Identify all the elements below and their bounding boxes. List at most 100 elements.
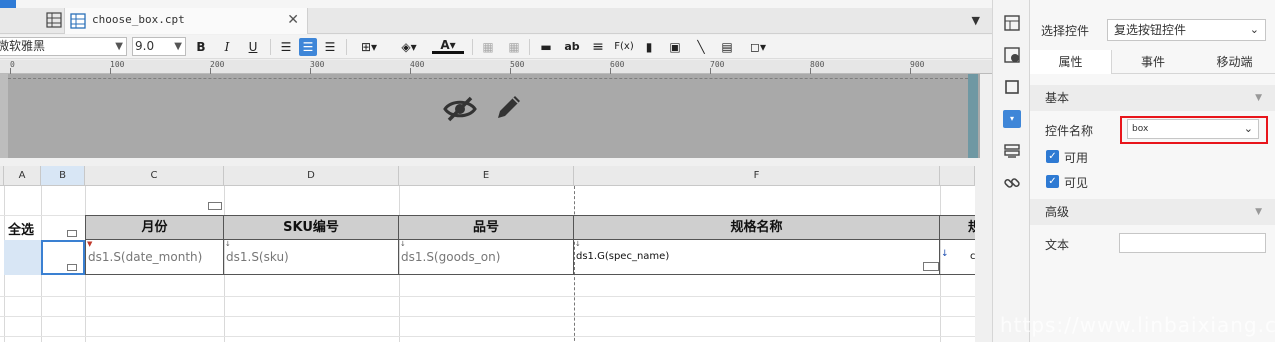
ruler-label: 600 <box>610 60 625 69</box>
ruler-label: 900 <box>910 60 925 69</box>
font-family-select[interactable]: 微软雅黑 ▼ <box>0 37 127 56</box>
subreport-icon[interactable]: ▤ <box>718 38 736 56</box>
header-spec-extra[interactable]: 规 <box>940 215 975 240</box>
widget-marker <box>208 202 222 210</box>
expand-down-icon: ↓ <box>225 240 231 248</box>
eye-slash-icon[interactable] <box>443 95 477 123</box>
checkbox-widget-icon <box>67 230 77 237</box>
cell-goods-on[interactable]: ↓ ds1.S(goods_on) <box>399 240 574 275</box>
align-left-icon[interactable]: ☰ <box>277 38 295 56</box>
insert-row-icon[interactable]: ▬ <box>537 38 555 56</box>
header-sku[interactable]: SKU编号 <box>224 215 399 240</box>
top-strip <box>0 0 992 8</box>
align-center-icon[interactable]: ☰ <box>299 38 317 56</box>
column-header-c[interactable]: C <box>85 166 224 186</box>
report-grid[interactable]: A B C D E F 全选 月份 SKU编号 品号 规格名称 规 ▼ ds1.… <box>0 166 975 342</box>
ruler-label: 400 <box>410 60 425 69</box>
annotation-highlight <box>1120 116 1268 144</box>
cell-formula: ds1.S(sku) <box>226 250 289 264</box>
tab-title: choose_box.cpt <box>92 13 185 26</box>
selected-cell-b2[interactable] <box>41 240 85 275</box>
grid-icon[interactable] <box>46 12 62 28</box>
ruler-label: 200 <box>210 60 225 69</box>
toolbar-divider <box>270 39 271 55</box>
report-designer: choose_box.cpt ✕ ▼ 微软雅黑 ▼ 9.0 ▼ B I U ☰ … <box>0 0 992 342</box>
band-resize-handle[interactable] <box>968 74 978 158</box>
widget-settings-icon[interactable]: ▾ <box>1003 110 1021 128</box>
text-label: 文本 <box>1045 238 1070 252</box>
header-month[interactable]: 月份 <box>85 215 224 240</box>
align-right-icon[interactable]: ☰ <box>321 38 339 56</box>
band-guide <box>8 78 968 80</box>
column-header-f[interactable]: F <box>574 166 940 186</box>
expand-down-icon: ↓ <box>941 249 949 259</box>
watermark-text: https://www.linbaixiang.com <box>1000 313 1275 337</box>
widget-marker <box>923 262 939 271</box>
frame-icon[interactable] <box>1003 78 1021 96</box>
tab-events[interactable]: 事件 <box>1112 50 1194 74</box>
bold-button[interactable]: B <box>192 38 210 56</box>
tab-menu-icon[interactable]: ▼ <box>972 14 980 27</box>
cell-date-month[interactable]: ▼ ds1.S(date_month) <box>85 240 224 275</box>
collapse-icon: ▼ <box>1255 93 1262 103</box>
section-basic-label: 基本 <box>1045 91 1070 105</box>
header-spec-name[interactable]: 规格名称 <box>574 215 940 240</box>
cell-extra[interactable]: ↓ c <box>940 240 975 275</box>
column-header-d[interactable]: D <box>224 166 399 186</box>
column-header-a[interactable]: A <box>4 166 41 186</box>
widget-icon[interactable]: ◻▾ <box>744 38 772 56</box>
image-icon[interactable]: ▣ <box>666 38 684 56</box>
italic-button[interactable]: I <box>218 38 236 56</box>
column-header-g[interactable] <box>940 166 975 186</box>
fill-color-icon[interactable]: ◈▾ <box>394 38 424 56</box>
font-size-value: 9.0 <box>135 39 155 53</box>
pencil-icon[interactable] <box>494 92 524 122</box>
tab-mobile[interactable]: 移动端 <box>1194 50 1275 74</box>
slash-icon[interactable]: ╲ <box>692 38 710 56</box>
cell-formula: ds1.S(date_month) <box>88 250 203 264</box>
side-icon-strip: ▾ <box>992 0 1030 342</box>
split-cells-icon[interactable]: ▦ <box>505 38 523 56</box>
cell-formula: c <box>970 251 975 262</box>
enabled-checkbox[interactable]: ✓ <box>1046 150 1059 163</box>
header-goods-no[interactable]: 品号 <box>399 215 574 240</box>
cell-spec-name[interactable]: ↓ ds1.G(spec_name) <box>574 240 940 275</box>
row-highlight <box>4 240 41 275</box>
merge-cells-icon[interactable]: ▦ <box>479 38 497 56</box>
column-header-e[interactable]: E <box>399 166 574 186</box>
ruler-label: 700 <box>710 60 725 69</box>
link-icon[interactable] <box>1003 174 1021 192</box>
section-basic[interactable]: 基本 ▼ <box>1030 85 1275 111</box>
cell-info-icon[interactable] <box>1003 46 1021 64</box>
form-icon[interactable] <box>1003 142 1021 160</box>
border-icon[interactable]: ⊞▾ <box>354 38 384 56</box>
grid-line <box>0 316 975 317</box>
tab-bar: choose_box.cpt ✕ ▼ <box>0 8 992 34</box>
tab-properties[interactable]: 属性 <box>1030 50 1112 74</box>
text-tool-button[interactable]: ab <box>563 38 581 56</box>
ruler-label: 300 <box>310 60 325 69</box>
paragraph-icon[interactable]: ≡ <box>589 38 607 56</box>
bar-chart-icon[interactable]: ▮ <box>640 38 658 56</box>
close-icon[interactable]: ✕ <box>287 12 299 28</box>
widget-type-select[interactable]: 复选按钮控件 ⌄ <box>1107 19 1266 41</box>
column-header-b[interactable]: B <box>41 166 85 186</box>
cell-attribute-icon[interactable] <box>1003 14 1021 32</box>
parameter-pane[interactable] <box>0 74 980 158</box>
toolbar-divider <box>346 39 347 55</box>
formula-button[interactable]: F(x) <box>612 38 636 56</box>
font-size-select[interactable]: 9.0 ▼ <box>132 37 186 56</box>
toolbar-divider <box>529 39 530 55</box>
toolbar-divider <box>472 39 473 55</box>
visible-checkbox[interactable]: ✓ <box>1046 175 1059 188</box>
text-input[interactable] <box>1119 233 1266 253</box>
tab-choose-box[interactable]: choose_box.cpt ✕ <box>64 8 308 34</box>
enabled-label: 可用 <box>1064 151 1089 165</box>
section-advanced[interactable]: 高级 ▼ <box>1030 199 1275 225</box>
underline-button[interactable]: U <box>244 38 262 56</box>
grid-line <box>0 336 975 337</box>
font-color-icon[interactable]: A▾ <box>432 38 464 54</box>
cell-formula: ds1.G(spec_name) <box>576 251 670 262</box>
cell-sku[interactable]: ↓ ds1.S(sku) <box>224 240 399 275</box>
chevron-down-icon: ▼ <box>115 41 123 52</box>
